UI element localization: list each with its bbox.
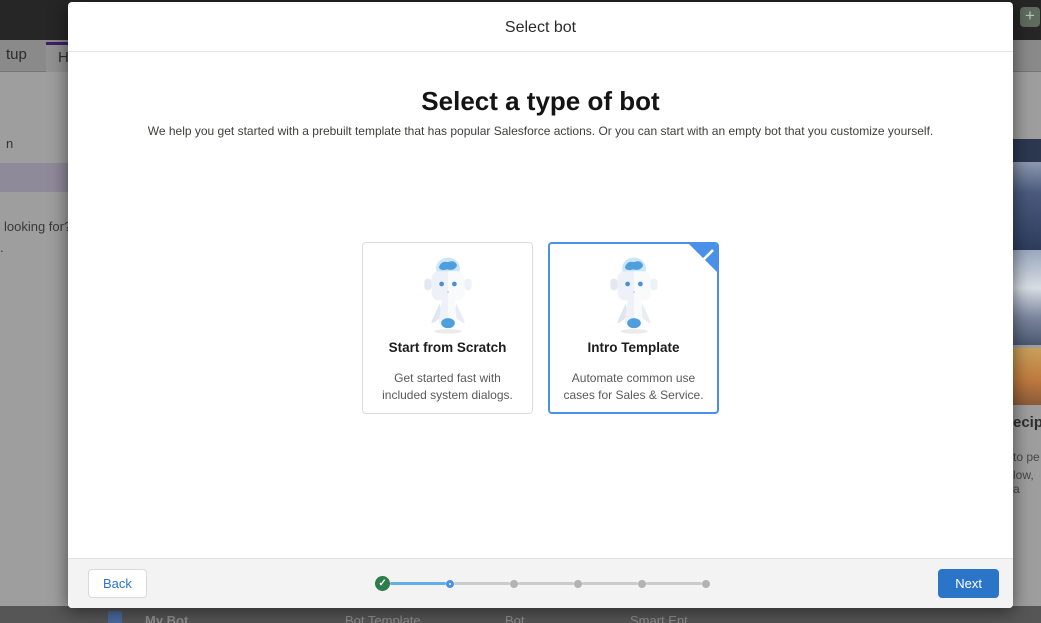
progress-step: ✓ (375, 576, 390, 591)
next-button[interactable]: Next (938, 569, 999, 598)
bot-row-template: Bot Template (345, 613, 421, 623)
sidebar-help-text: looking for? (4, 219, 71, 234)
carousel-image-2 (1013, 250, 1041, 345)
einstein-bot-icon (411, 253, 485, 335)
bot-row-extra: Smart Ent (630, 613, 688, 623)
bot-card[interactable]: Intro Template Automate common use cases… (548, 242, 719, 414)
recipes-text-fragment-1: to pe (1013, 450, 1040, 464)
tab-setup: tup (6, 46, 27, 63)
progress-indicator: ✓ (147, 576, 938, 591)
carousel-image-3 (1013, 348, 1041, 405)
page-title: Select a type of bot (68, 86, 1013, 117)
page-subtitle: We help you get started with a prebuilt … (68, 124, 1013, 138)
progress-connector (518, 582, 574, 585)
bot-card[interactable]: Start from Scratch Get started fast with… (362, 242, 533, 414)
progress-step (638, 580, 646, 588)
carousel-banner (1013, 139, 1041, 162)
bot-row-type: Bot (505, 613, 525, 623)
progress-connector (454, 582, 510, 585)
recipes-heading-fragment: ecip (1013, 414, 1041, 431)
progress-connector (646, 582, 702, 585)
bot-icon-small (108, 611, 122, 623)
carousel-image-1 (1013, 162, 1041, 250)
selected-check-icon (688, 243, 718, 273)
progress-step (510, 580, 518, 588)
plus-icon: + (1020, 7, 1040, 27)
sidebar-selected-item (0, 163, 68, 192)
select-bot-modal: Select bot Select a type of bot We help … (68, 2, 1013, 608)
card-title: Intro Template (550, 340, 717, 355)
modal-title: Select bot (505, 19, 576, 37)
bot-type-cards: Start from Scratch Get started fast with… (68, 242, 1013, 414)
einstein-bot-icon (597, 253, 671, 335)
modal-header: Select bot (68, 2, 1013, 52)
back-button[interactable]: Back (88, 569, 147, 598)
progress-connector (390, 582, 446, 585)
card-description: Automate common use cases for Sales & Se… (550, 370, 717, 405)
bot-row-name: My Bot (145, 613, 188, 623)
progress-step (574, 580, 582, 588)
sidebar-help-text-2: . (0, 240, 4, 255)
modal-footer: Back ✓ Next (68, 558, 1013, 608)
progress-connector (582, 582, 638, 585)
progress-step (446, 580, 454, 588)
sidebar-nav-fragment: n (6, 136, 13, 151)
card-title: Start from Scratch (363, 340, 532, 355)
progress-step (702, 580, 710, 588)
card-description: Get started fast with included system di… (363, 370, 532, 405)
recipes-text-fragment-2: low, a (1013, 468, 1041, 496)
